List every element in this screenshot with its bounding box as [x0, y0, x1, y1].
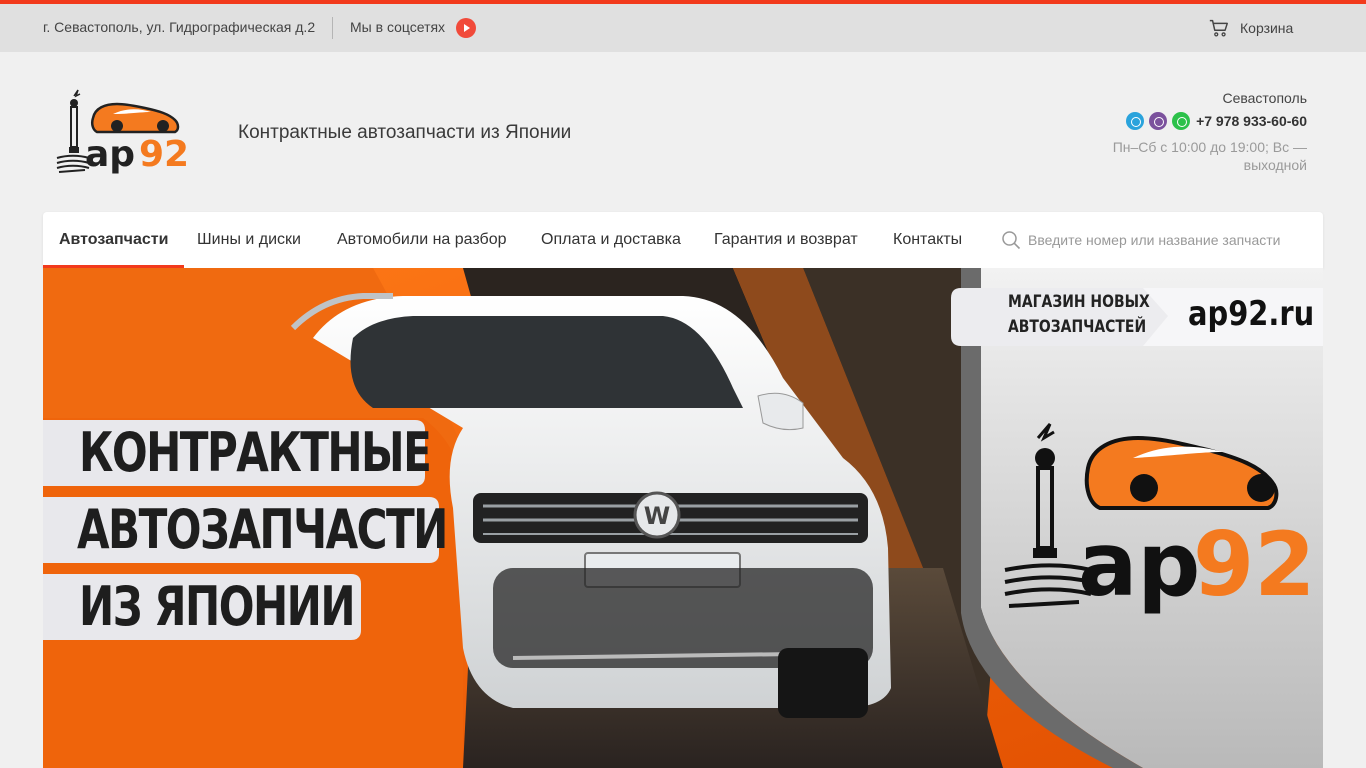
svg-text:W: W	[644, 502, 670, 530]
youtube-icon[interactable]	[456, 18, 476, 38]
nav-item-autoparts[interactable]: Автозапчасти	[43, 212, 185, 268]
shop-tag-line-2: АВТОЗАПЧАСТЕЙ	[1008, 317, 1147, 337]
site-logo[interactable]: ap 92	[55, 88, 190, 178]
shop-tag-line-1: МАГАЗИН НОВЫХ	[1008, 292, 1150, 312]
hero-banner[interactable]: W КОНТРАКТНЫЕ АВТОЗАПЧАСТИ ИЗ ЯПОНИИ МАГ…	[43, 268, 1323, 768]
cart-icon	[1209, 19, 1228, 37]
banner-logo-92: 92	[1193, 513, 1316, 616]
phone-number[interactable]: +7 978 933-60-60	[1196, 113, 1307, 129]
contacts-block: Севастополь +7 978 933-60-60 Пн–Сб с 10:…	[1047, 90, 1307, 174]
banner-logo-ap: ap	[1078, 513, 1201, 616]
banner-line-2: АВТОЗАПЧАСТИ	[77, 498, 448, 561]
banner-line-1: КОНТРАКТНЫЕ	[79, 421, 432, 484]
nav-item-payment-delivery[interactable]: Оплата и доставка	[541, 212, 681, 268]
social-label: Мы в соцсетях	[350, 19, 446, 35]
top-bar: г. Севастополь, ул. Гидрографическая д.2…	[0, 4, 1366, 52]
banner-site-url: ap92.ru	[1188, 294, 1315, 334]
search-input[interactable]	[1028, 226, 1318, 254]
telegram-icon[interactable]	[1126, 112, 1145, 130]
working-hours: Пн–Сб с 10:00 до 19:00; Вс — выходной	[1112, 139, 1307, 173]
nav-item-warranty-return[interactable]: Гарантия и возврат	[714, 212, 858, 268]
viber-icon[interactable]	[1149, 112, 1168, 130]
topbar-divider	[332, 17, 333, 39]
search-icon	[1002, 231, 1021, 250]
site-tagline: Контрактные автозапчасти из Японии	[238, 122, 572, 143]
city-label: Севастополь	[1222, 90, 1307, 106]
main-nav: Автозапчасти Шины и диски Автомобили на …	[43, 212, 1323, 268]
cart-label: Корзина	[1240, 20, 1294, 36]
nav-item-tires-wheels[interactable]: Шины и диски	[197, 212, 301, 268]
address-text: г. Севастополь, ул. Гидрографическая д.2	[43, 19, 316, 35]
cart-link[interactable]: Корзина	[1208, 16, 1293, 40]
nav-item-cars-dismantling[interactable]: Автомобили на разбор	[337, 212, 507, 268]
logo-text-92: 92	[139, 134, 190, 175]
phone-row: +7 978 933-60-60	[1047, 112, 1307, 130]
logo-text-ap: ap	[85, 134, 136, 175]
whatsapp-icon[interactable]	[1172, 112, 1191, 130]
banner-line-3: ИЗ ЯПОНИИ	[79, 575, 356, 638]
nav-item-contacts[interactable]: Контакты	[893, 212, 962, 268]
